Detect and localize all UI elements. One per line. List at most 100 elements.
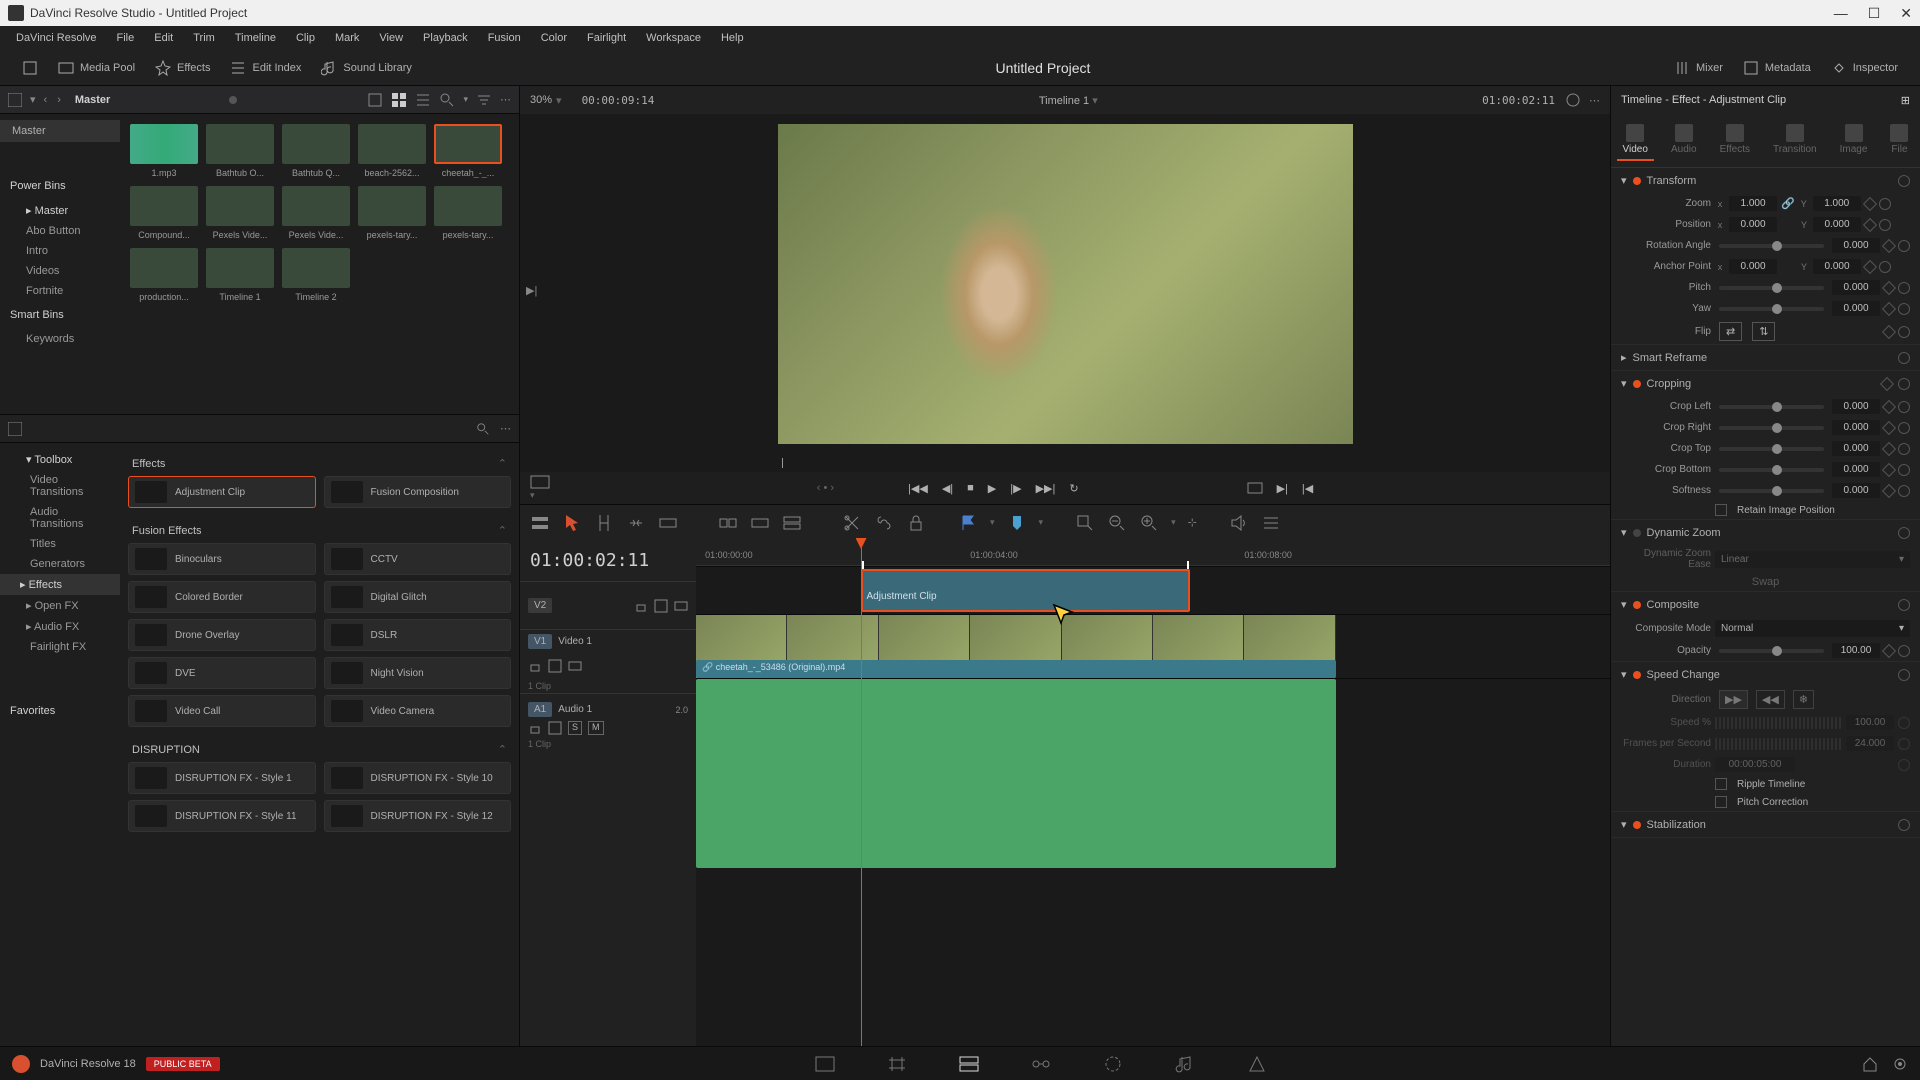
crop-soft-field[interactable]: 0.000 <box>1832 483 1880 498</box>
tree-item-intro[interactable]: Intro <box>0 241 120 261</box>
menu-fusion[interactable]: Fusion <box>480 29 529 47</box>
effect-item[interactable]: Night Vision <box>324 657 512 689</box>
retain-checkbox[interactable] <box>1715 504 1727 516</box>
crop-keyframe-icon[interactable] <box>1880 376 1894 390</box>
anchor-y-field[interactable]: 0.000 <box>1813 259 1861 274</box>
viewer-mode-dropdown[interactable]: ▾ <box>530 475 550 501</box>
crop-right-slider[interactable] <box>1719 426 1824 430</box>
pos-y-field[interactable]: 0.000 <box>1813 217 1861 232</box>
crop-soft-slider[interactable] <box>1719 489 1824 493</box>
op-reset-icon[interactable] <box>1898 645 1910 657</box>
spd-reset-icon[interactable] <box>1898 717 1910 729</box>
duration-field[interactable]: 00:00:05:00 <box>1715 757 1795 772</box>
cb-reset-icon[interactable] <box>1898 464 1910 476</box>
list-view-icon[interactable] <box>415 92 431 108</box>
flip-v-button[interactable]: ⇅ <box>1752 322 1775 341</box>
comp-reset-icon[interactable] <box>1898 599 1910 611</box>
tl-zoomin-icon[interactable] <box>1139 513 1159 533</box>
fps-field[interactable]: 24.000 <box>1846 736 1894 751</box>
timeline-timecode[interactable]: 01:00:02:11 <box>520 540 696 581</box>
yaw-keyframe-icon[interactable] <box>1882 301 1896 315</box>
home-icon[interactable] <box>1862 1056 1878 1072</box>
rotation-slider[interactable] <box>1719 244 1824 248</box>
stop-icon[interactable]: ■ <box>967 482 974 494</box>
insert-icon[interactable]: ▶| <box>1277 482 1288 495</box>
timeline-tracks[interactable]: 01:00:00:00 01:00:04:00 01:00:08:00 Adju… <box>696 540 1610 1046</box>
timeline-name[interactable]: Timeline 1 <box>1039 95 1089 107</box>
section-transform[interactable]: ▾Transform <box>1611 168 1920 193</box>
media-thumb[interactable]: Pexels Vide... <box>206 186 274 240</box>
zoom-keyframe-icon[interactable] <box>1863 196 1877 210</box>
media-thumb[interactable]: Timeline 1 <box>206 248 274 302</box>
effect-item[interactable]: DISRUPTION FX - Style 1 <box>128 762 316 794</box>
insp-tab-image[interactable]: Image <box>1834 120 1874 161</box>
fps-jog[interactable] <box>1715 738 1842 750</box>
metadata-view-icon[interactable] <box>367 92 383 108</box>
v1-lock-icon[interactable] <box>528 659 542 673</box>
anchor-x-field[interactable]: 0.000 <box>1729 259 1777 274</box>
page-cut[interactable] <box>886 1053 908 1075</box>
rotation-field[interactable]: 0.000 <box>1832 238 1880 253</box>
track-head-a1[interactable]: A1 Audio 1 2.0 S M 1 Clip <box>520 693 696 883</box>
tl-lock-icon[interactable] <box>906 513 926 533</box>
effect-item[interactable]: DSLR <box>324 619 512 651</box>
section-speed-change[interactable]: ▾Speed Change <box>1611 662 1920 687</box>
effect-item[interactable]: DISRUPTION FX - Style 12 <box>324 800 512 832</box>
track-head-v1[interactable]: V1 Video 1 1 Clip <box>520 629 696 693</box>
dir-fwd-button[interactable]: ▶▶ <box>1719 690 1748 709</box>
section-smart-reframe[interactable]: ▸Smart Reframe <box>1611 345 1920 370</box>
section-cropping[interactable]: ▾Cropping <box>1611 371 1920 396</box>
viewer[interactable]: ▶| <box>520 114 1610 454</box>
clip-adjustment[interactable]: Adjustment Clip <box>861 569 1190 612</box>
page-deliver[interactable] <box>1246 1053 1268 1075</box>
tree-video-trans[interactable]: Video Transitions <box>0 470 120 502</box>
zoom-x-field[interactable]: 1.000 <box>1729 196 1777 211</box>
tree-item-fortnite[interactable]: Fortnite <box>0 281 120 301</box>
pos-reset-icon[interactable] <box>1879 219 1891 231</box>
effect-adjustment-clip[interactable]: Adjustment Clip <box>128 476 316 508</box>
section-composite[interactable]: ▾Composite <box>1611 592 1920 617</box>
yaw-slider[interactable] <box>1719 307 1824 311</box>
nav-back-icon[interactable]: ‹ <box>44 94 48 106</box>
effects-toggle[interactable]: Effects <box>145 56 220 80</box>
tl-flag-icon[interactable] <box>958 513 978 533</box>
loop-icon[interactable]: ↻ <box>1069 482 1078 495</box>
pos-x-field[interactable]: 0.000 <box>1729 217 1777 232</box>
tree-power-bins[interactable]: Power Bins <box>0 172 120 200</box>
section-stabilization[interactable]: ▾Stabilization <box>1611 812 1920 837</box>
tree-openfx[interactable]: ▸ Open FX <box>0 595 120 616</box>
play-icon[interactable]: ▶ <box>988 482 996 495</box>
anchor-keyframe-icon[interactable] <box>1863 259 1877 273</box>
media-thumb[interactable]: pexels-tary... <box>434 186 502 240</box>
tree-item-master[interactable]: ▸ Master <box>0 200 120 221</box>
playhead[interactable] <box>861 540 862 1046</box>
pitch-slider[interactable] <box>1719 286 1824 290</box>
effect-item[interactable]: Digital Glitch <box>324 581 512 613</box>
media-thumb[interactable]: Bathtub O... <box>206 124 274 178</box>
link-icon[interactable]: 🔗 <box>1781 197 1795 210</box>
insp-tab-transition[interactable]: Transition <box>1767 120 1823 161</box>
clip-audio[interactable] <box>696 679 1336 868</box>
dz-reset-icon[interactable] <box>1898 527 1910 539</box>
zoom-y-field[interactable]: 1.000 <box>1813 196 1861 211</box>
effect-item[interactable]: Binoculars <box>128 543 316 575</box>
tl-marker-icon[interactable] <box>1007 513 1027 533</box>
effect-item[interactable]: DISRUPTION FX - Style 11 <box>128 800 316 832</box>
anchor-reset-icon[interactable] <box>1879 261 1891 273</box>
crop-top-slider[interactable] <box>1719 447 1824 451</box>
project-settings-icon[interactable] <box>1892 1056 1908 1072</box>
tl-audio-icon[interactable] <box>1229 513 1249 533</box>
pitch-reset-icon[interactable] <box>1898 282 1910 294</box>
speed-jog[interactable] <box>1715 717 1842 729</box>
crop-bottom-slider[interactable] <box>1719 468 1824 472</box>
media-thumb[interactable]: production... <box>130 248 198 302</box>
media-pool-toggle[interactable]: Media Pool <box>48 56 145 80</box>
tree-fairlightfx[interactable]: Fairlight FX <box>0 637 120 657</box>
dz-ease-select[interactable]: Linear▾ <box>1715 551 1910 568</box>
tl-insert-icon[interactable] <box>718 513 738 533</box>
composite-mode-select[interactable]: Normal▾ <box>1715 620 1910 637</box>
cs-kf-icon[interactable] <box>1882 483 1896 497</box>
page-edit[interactable] <box>958 1053 980 1075</box>
cr-reset-icon[interactable] <box>1898 422 1910 434</box>
a1-mute-button[interactable]: M <box>588 721 604 735</box>
